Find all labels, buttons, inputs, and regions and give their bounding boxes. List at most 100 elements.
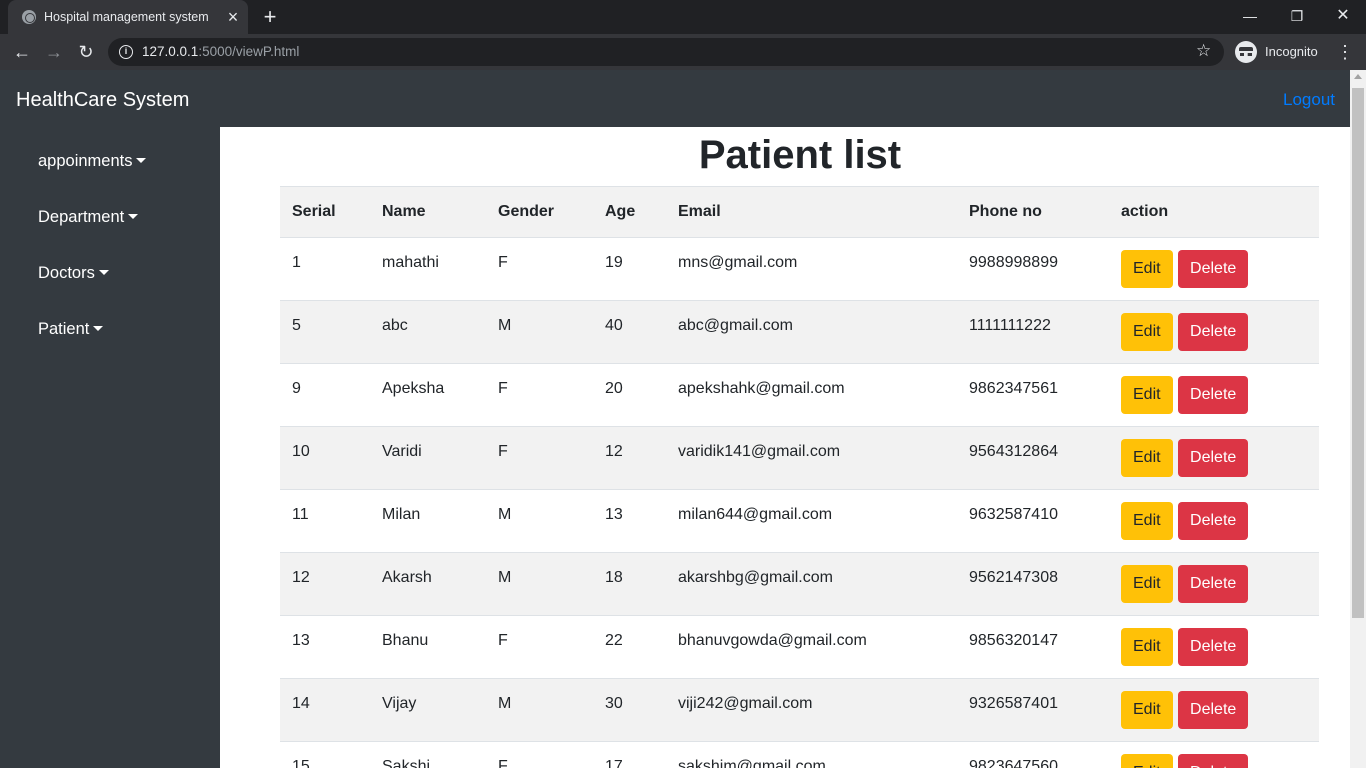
browser-toolbar: ← → ↻ i 127.0.0.1:5000/viewP.html ☆ Inco… [0,34,1366,70]
sidebar-item-appointments[interactable]: appoinments [38,152,147,171]
delete-button[interactable]: Delete [1178,313,1249,351]
address-bar[interactable]: i 127.0.0.1:5000/viewP.html ☆ [108,38,1224,66]
edit-button[interactable]: Edit [1121,502,1173,540]
table-row: 12 Akarsh M 18 akarshbg@gmail.com 9562147308 E… [280,552,1319,616]
edit-button[interactable]: Edit [1121,628,1173,666]
restore-button[interactable]: ❐ [1285,6,1309,26]
cell-serial: 9 [292,380,301,397]
sidebar-item-label: Patient [38,320,90,338]
cell-phone: 9564312864 [969,443,1058,460]
column-header-email: Email [666,186,957,238]
delete-button[interactable]: Delete [1178,691,1249,729]
info-icon[interactable]: i [119,45,133,59]
cell-action: Edit Delete [1109,427,1319,490]
cell-action: Edit Delete [1109,742,1319,768]
brand-title[interactable]: HealthCare System [16,89,189,112]
table-row: 14 Vijay M 30 viji242@gmail.com 9326587401 Edi… [280,678,1319,742]
cell-email: varidik141@gmail.com [678,443,841,460]
edit-button[interactable]: Edit [1121,250,1173,288]
cell-action: Edit Delete [1109,238,1319,301]
browser-menu-icon[interactable]: ⋮ [1336,40,1354,64]
sidebar-item-label: appoinments [38,152,133,170]
reload-button[interactable]: ↻ [74,40,98,64]
column-header-name: Name [370,186,486,238]
cell-gender: M [498,317,512,334]
forward-button[interactable]: → [42,40,66,64]
cell-age: 30 [605,695,623,712]
cell-name: Milan [382,506,421,523]
cell-email: akarshbg@gmail.com [678,569,833,586]
sidebar-item-department[interactable]: Department [38,208,139,227]
sidebar-item-label: Department [38,208,125,226]
edit-button[interactable]: Edit [1121,439,1173,477]
cell-age: 18 [605,569,623,586]
new-tab-button[interactable]: + [259,6,281,28]
close-tab-icon[interactable]: × [224,8,242,26]
cell-serial: 10 [292,443,310,460]
page-scrollbar[interactable] [1350,70,1366,768]
scrollbar-thumb[interactable] [1352,88,1364,618]
table-row: 13 Bhanu F 22 bhanuvgowda@gmail.com 985632014… [280,615,1319,679]
edit-button[interactable]: Edit [1121,754,1173,768]
incognito-icon [1235,41,1257,63]
cell-name: Sakshi [382,758,431,768]
cell-serial: 15 [292,758,310,768]
sidebar: appoinments Department Doctors Patient [0,127,220,768]
close-window-button[interactable]: ✕ [1331,6,1355,26]
cell-phone: 9632587410 [969,506,1058,523]
sidebar-item-doctors[interactable]: Doctors [38,264,109,283]
table-row: 11 Milan M 13 milan644@gmail.com 9632587410 Ed… [280,489,1319,553]
cell-phone: 1111111222 [969,317,1051,334]
minimize-button[interactable]: — [1238,6,1262,26]
cell-phone: 9856320147 [969,632,1058,649]
page-title: Patient list [698,133,902,177]
cell-age: 17 [605,758,623,768]
globe-icon [22,10,36,24]
cell-gender: M [498,569,512,586]
scroll-up-arrow-icon[interactable] [1354,74,1362,79]
edit-button[interactable]: Edit [1121,691,1173,729]
cell-action: Edit Delete [1109,616,1319,679]
cell-phone: 9562147308 [969,569,1058,586]
browser-tab[interactable]: Hospital management system × [8,0,248,34]
delete-button[interactable]: Delete [1178,439,1249,477]
cell-email: sakshim@gmail.com [678,758,826,768]
tab-title: Hospital management system [44,10,209,24]
top-navbar: HealthCare System Logout [0,70,1350,127]
delete-button[interactable]: Delete [1178,250,1249,288]
cell-age: 12 [605,443,623,460]
delete-button[interactable]: Delete [1178,565,1249,603]
table-header-row: Serial Name Gender Age Email Phone no ac… [280,186,1319,238]
logout-link[interactable]: Logout [1283,90,1335,110]
sidebar-item-patient[interactable]: Patient [38,320,104,339]
main-content: Patient list Serial Name Gender Age Emai… [220,127,1350,768]
edit-button[interactable]: Edit [1121,376,1173,414]
delete-button[interactable]: Delete [1178,628,1249,666]
cell-phone: 9862347561 [969,380,1058,397]
bookmark-star-icon[interactable]: ☆ [1196,41,1211,61]
delete-button[interactable]: Delete [1178,502,1249,540]
url-text: 127.0.0.1:5000/viewP.html [142,44,299,59]
cell-name: Vijay [382,695,417,712]
column-header-gender: Gender [486,186,593,238]
cell-serial: 5 [292,317,301,334]
back-button[interactable]: ← [10,40,34,64]
edit-button[interactable]: Edit [1121,313,1173,351]
incognito-profile-button[interactable]: Incognito [1230,38,1352,66]
cell-age: 20 [605,380,623,397]
cell-email: milan644@gmail.com [678,506,833,523]
cell-phone: 9823647560 [969,758,1058,768]
incognito-label: Incognito [1265,44,1318,59]
cell-email: apekshahk@gmail.com [678,380,845,397]
edit-button[interactable]: Edit [1121,565,1173,603]
cell-age: 40 [605,317,623,334]
delete-button[interactable]: Delete [1178,376,1249,414]
delete-button[interactable]: Delete [1178,754,1249,768]
cell-name: mahathi [382,254,439,271]
cell-serial: 14 [292,695,310,712]
cell-name: Bhanu [382,632,429,649]
table-row: 10 Varidi F 12 varidik141@gmail.com 956431286… [280,426,1319,490]
cell-gender: F [498,380,508,397]
column-header-age: Age [593,186,666,238]
cell-gender: F [498,632,508,649]
